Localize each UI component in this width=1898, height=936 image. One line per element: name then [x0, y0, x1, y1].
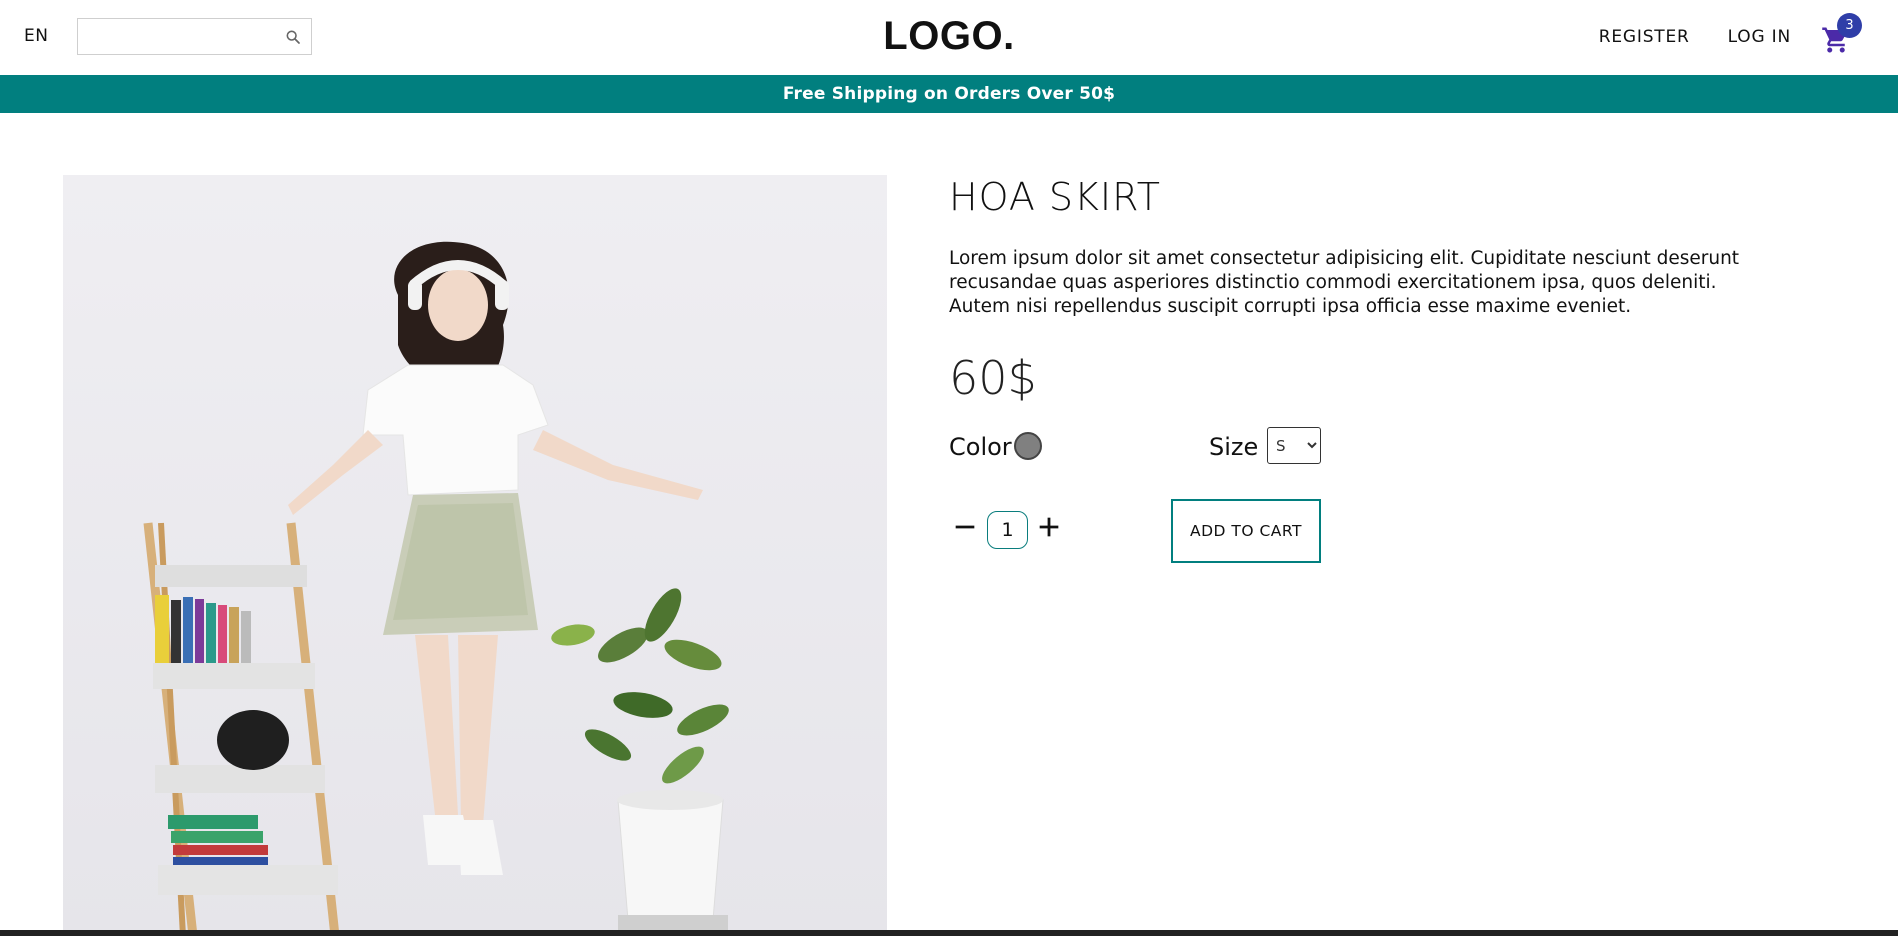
size-select[interactable]: S	[1267, 427, 1321, 464]
cart-button[interactable]: 3	[1821, 13, 1862, 53]
language-selector[interactable]: EN	[24, 26, 48, 46]
register-link[interactable]: REGISTER	[1599, 27, 1690, 47]
search-box[interactable]	[77, 18, 312, 55]
product-options: Color Size S	[949, 427, 1779, 469]
announcement-text: Free Shipping on Orders Over 50$	[782, 84, 1116, 104]
announcement-bar: Free Shipping on Orders Over 50$	[0, 75, 1898, 113]
color-label: Color	[949, 433, 1012, 461]
product-price: 60$	[949, 351, 1037, 405]
search-icon[interactable]	[285, 29, 301, 45]
quantity-row: 1 ADD TO CART	[949, 499, 1779, 563]
size-label: Size	[1209, 433, 1259, 461]
product-title: HOA SKIRT	[949, 175, 1161, 219]
search-input[interactable]	[78, 19, 273, 54]
logo[interactable]: LOGO.	[883, 14, 1014, 58]
login-link[interactable]: LOG IN	[1728, 27, 1791, 47]
navbar: EN LOGO. REGISTER LOG IN 3	[0, 0, 1898, 75]
add-to-cart-button[interactable]: ADD TO CART	[1171, 499, 1321, 563]
quantity-value[interactable]: 1	[987, 511, 1028, 549]
product-description: Lorem ipsum dolor sit amet consectetur a…	[949, 248, 1740, 317]
product-photo-illustration	[63, 175, 887, 936]
color-swatch-gray[interactable]	[1014, 432, 1042, 460]
cart-count-badge: 3	[1837, 13, 1862, 38]
product-image	[63, 175, 887, 936]
minus-icon[interactable]	[951, 513, 979, 541]
product-info: HOA SKIRT Lorem ipsum dolor sit amet con…	[949, 175, 1779, 563]
bottom-edge-bar	[0, 930, 1898, 936]
plus-icon[interactable]	[1035, 513, 1063, 541]
nav-actions: REGISTER LOG IN 3	[1561, 13, 1862, 56]
